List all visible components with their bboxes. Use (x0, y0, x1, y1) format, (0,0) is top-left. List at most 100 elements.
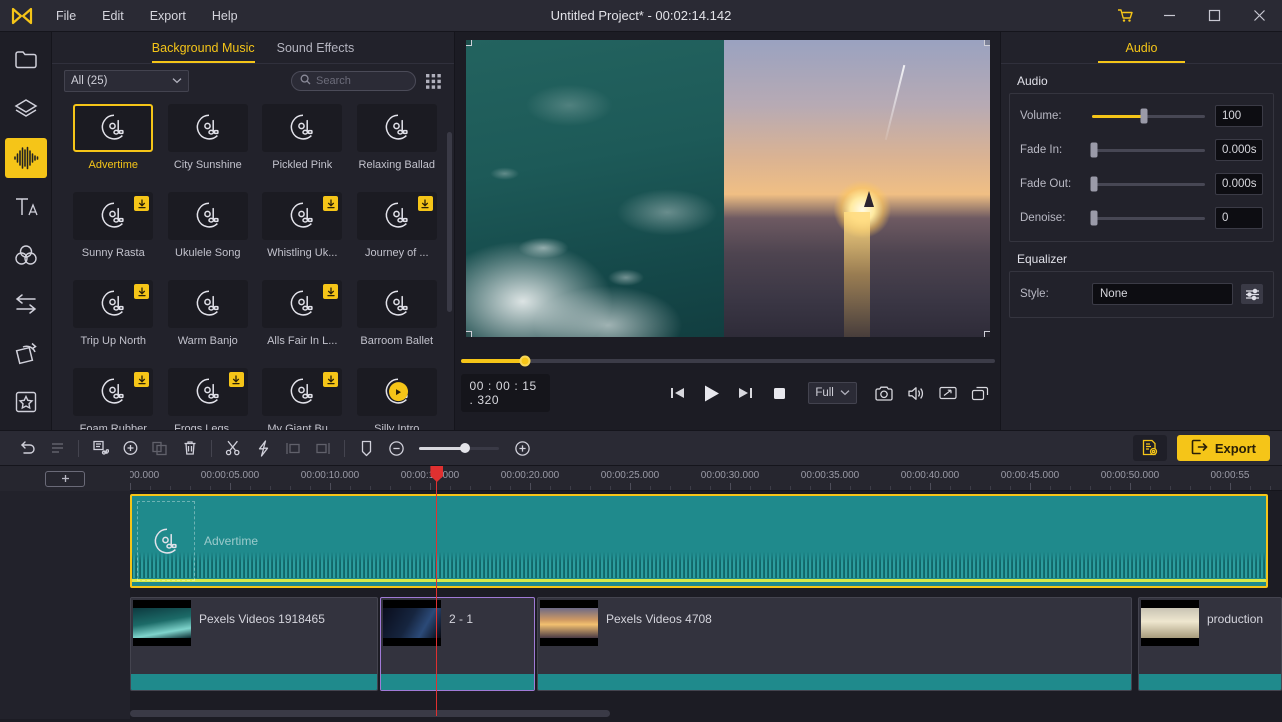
zoom-slider-handle[interactable] (460, 443, 471, 453)
download-icon[interactable] (417, 196, 433, 211)
timeline-clip[interactable]: Pexels Videos 1918465 (130, 597, 378, 691)
download-icon[interactable] (134, 196, 150, 211)
menu-edit[interactable]: Edit (90, 5, 136, 27)
media-thumbnail[interactable] (167, 280, 248, 328)
timeline-clip[interactable]: Advertime (130, 494, 1268, 588)
sidebar-item-filters[interactable] (5, 235, 47, 276)
tab-sound-effects[interactable]: Sound Effects (277, 41, 355, 63)
media-item[interactable]: Pickled Pink (255, 104, 350, 192)
timeline-horizontal-scrollbar[interactable] (130, 710, 610, 717)
media-thumbnail[interactable] (262, 192, 343, 240)
library-scrollbar[interactable] (447, 132, 452, 312)
timeline-ruler[interactable]: 00:00:00.000 00:00:05.000 00:00:10.000 00:0… (0, 466, 1282, 491)
project-settings-icon[interactable] (1132, 435, 1167, 461)
media-thumbnail[interactable] (73, 192, 154, 240)
media-item[interactable]: Silly Intro (350, 368, 445, 430)
media-thumbnail[interactable] (262, 104, 343, 152)
media-thumbnail[interactable] (167, 368, 248, 416)
audio-property-value[interactable]: 0 (1215, 207, 1263, 229)
media-thumbnail[interactable] (73, 104, 154, 152)
media-thumbnail[interactable] (356, 192, 437, 240)
timeline-clip[interactable]: Pexels Videos 4708 (537, 597, 1132, 691)
preview-seekbar[interactable] (460, 355, 995, 367)
search-input[interactable] (316, 75, 407, 87)
media-thumbnail[interactable] (356, 104, 437, 152)
quality-dropdown[interactable]: Full (808, 382, 857, 404)
sidebar-item-text[interactable] (5, 186, 47, 227)
timeline-zoom-slider[interactable] (419, 443, 499, 453)
crop-cut-icon[interactable] (85, 435, 115, 461)
zoom-in-icon[interactable] (507, 435, 537, 461)
category-dropdown[interactable]: All (25) (64, 70, 189, 92)
fullscreen-icon[interactable] (933, 380, 963, 406)
track-lane[interactable]: Pexels Videos 1918465 2 - 1 Pexels Videos … (130, 594, 1282, 694)
add-track-icon[interactable] (45, 470, 85, 487)
sidebar-item-stickers[interactable] (5, 89, 47, 130)
equalizer-style-dropdown[interactable]: None (1092, 283, 1233, 305)
camera-icon[interactable] (869, 380, 899, 406)
audio-property-value[interactable]: 100 (1215, 105, 1263, 127)
download-icon[interactable] (134, 372, 150, 387)
media-item[interactable]: Trip Up North (66, 280, 161, 368)
slider-handle[interactable] (1090, 210, 1098, 226)
shopping-cart-icon[interactable] (1102, 0, 1147, 32)
sidebar-item-media[interactable] (5, 40, 47, 81)
media-item[interactable]: Alls Fair In L... (255, 280, 350, 368)
stop-icon[interactable] (764, 380, 794, 406)
download-icon[interactable] (228, 372, 244, 387)
menu-help[interactable]: Help (200, 5, 250, 27)
trash-icon[interactable] (175, 435, 205, 461)
play-icon[interactable] (696, 380, 726, 406)
play-icon[interactable] (388, 382, 408, 402)
lightning-icon[interactable] (248, 435, 278, 461)
media-item[interactable]: Ukulele Song (161, 192, 256, 280)
media-item[interactable]: City Sunshine (161, 104, 256, 192)
tab-audio[interactable]: Audio (1097, 41, 1186, 63)
track-lane[interactable]: Advertime (130, 491, 1282, 591)
speaker-icon[interactable] (901, 380, 931, 406)
video-preview[interactable] (465, 40, 990, 337)
media-item[interactable]: My Giant Bu... (255, 368, 350, 430)
media-item[interactable]: Relaxing Ballad (350, 104, 445, 192)
copy-icon[interactable] (145, 435, 175, 461)
media-item[interactable]: Whistling Uk... (255, 192, 350, 280)
download-icon[interactable] (134, 284, 150, 299)
audio-property-value[interactable]: 0.000s (1215, 173, 1263, 195)
minimize-icon[interactable] (1147, 0, 1192, 32)
sidebar-item-transitions[interactable] (5, 284, 47, 325)
timeline-clip[interactable]: 2 - 1 (380, 597, 535, 691)
equalizer-sliders-icon[interactable] (1241, 284, 1263, 304)
sidebar-item-elements[interactable] (5, 381, 47, 422)
pop-out-icon[interactable] (965, 380, 995, 406)
media-thumbnail[interactable] (73, 368, 154, 416)
zoom-out-icon[interactable] (381, 435, 411, 461)
audio-property-slider[interactable] (1090, 210, 1205, 226)
redo-icon[interactable] (42, 435, 72, 461)
maximize-icon[interactable] (1192, 0, 1237, 32)
close-icon[interactable] (1237, 0, 1282, 32)
media-item[interactable]: Frogs Legs ... (161, 368, 256, 430)
audio-property-slider[interactable] (1090, 142, 1205, 158)
media-item[interactable]: Foam Rubber (66, 368, 161, 430)
audio-property-slider[interactable] (1092, 108, 1205, 124)
download-icon[interactable] (323, 284, 339, 299)
undo-icon[interactable] (12, 435, 42, 461)
slider-handle[interactable] (1090, 176, 1098, 192)
add-circle-icon[interactable] (115, 435, 145, 461)
media-thumbnail[interactable] (167, 192, 248, 240)
media-item[interactable]: Warm Banjo (161, 280, 256, 368)
audio-property-value[interactable]: 0.000s (1215, 139, 1263, 161)
media-thumbnail[interactable] (356, 280, 437, 328)
timeline-clip[interactable]: production (1138, 597, 1282, 691)
audio-property-slider[interactable] (1090, 176, 1205, 192)
slider-handle[interactable] (1090, 142, 1098, 158)
download-icon[interactable] (323, 196, 339, 211)
slider-handle[interactable] (1140, 108, 1148, 124)
media-item[interactable]: Advertime (66, 104, 161, 192)
trim-left-icon[interactable] (278, 435, 308, 461)
seekbar-handle[interactable] (519, 355, 531, 367)
media-item[interactable]: Journey of ... (350, 192, 445, 280)
sidebar-item-effects[interactable] (5, 333, 47, 374)
previous-frame-icon[interactable] (662, 380, 692, 406)
scissors-icon[interactable] (218, 435, 248, 461)
